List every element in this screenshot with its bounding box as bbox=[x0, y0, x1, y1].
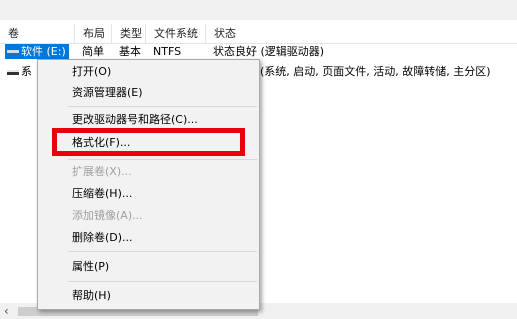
type-cell: 基本 bbox=[119, 45, 141, 58]
volume-cell-selected[interactable]: 软件 (E:) bbox=[5, 44, 69, 59]
volume-name: 系 bbox=[21, 65, 32, 78]
toolbar-strip bbox=[0, 0, 517, 20]
status-cell: (系统, 启动, 页面文件, 活动, 故障转储, 主分区) bbox=[260, 65, 491, 78]
menu-item-explorer[interactable]: 资源管理器(E) bbox=[38, 82, 259, 104]
disk-icon bbox=[7, 69, 19, 75]
menu-item-add-mirror: 添加镜像(A)... bbox=[72, 209, 143, 222]
menu-item-delete-volume[interactable]: 删除卷(D)... bbox=[38, 227, 259, 249]
menu-item-help[interactable]: 帮助(H) bbox=[38, 285, 259, 307]
volume-cell[interactable]: 系 bbox=[7, 64, 32, 79]
filesystem-cell: NTFS bbox=[153, 45, 182, 58]
menu-separator bbox=[68, 159, 257, 160]
table-header: 卷 布局 类型 文件系统 状态 bbox=[0, 24, 517, 44]
scroll-left-icon[interactable]: ‹ bbox=[4, 304, 9, 318]
menu-separator bbox=[68, 251, 257, 252]
column-header-layout[interactable]: 布局 bbox=[75, 24, 112, 43]
highlight-annotation bbox=[52, 128, 245, 156]
status-cell: 状态良好 (逻辑驱动器) bbox=[213, 45, 325, 58]
menu-item-properties[interactable]: 属性(P) bbox=[38, 256, 259, 278]
menu-separator bbox=[68, 281, 257, 282]
context-menu: 打开(O) 资源管理器(E) 更改驱动器号和路径(C)... 格式化(F)...… bbox=[37, 59, 260, 310]
menu-item-open[interactable]: 打开(O) bbox=[38, 61, 259, 83]
menu-item-extend-volume: 扩展卷(X)... bbox=[72, 165, 132, 178]
disk-icon bbox=[7, 49, 19, 55]
column-header-filesystem[interactable]: 文件系统 bbox=[146, 24, 206, 43]
column-header-status[interactable]: 状态 bbox=[206, 24, 517, 43]
column-header-type[interactable]: 类型 bbox=[112, 24, 146, 43]
layout-cell: 简单 bbox=[82, 45, 104, 58]
table-row[interactable]: 软件 (E:) 简单 基本 NTFS 状态良好 (逻辑驱动器) bbox=[0, 44, 517, 59]
menu-item-shrink-volume[interactable]: 压缩卷(H)... bbox=[38, 183, 259, 205]
volume-name: 软件 (E:) bbox=[21, 45, 66, 58]
column-header-volume[interactable]: 卷 bbox=[0, 24, 75, 43]
menu-separator bbox=[68, 106, 257, 107]
